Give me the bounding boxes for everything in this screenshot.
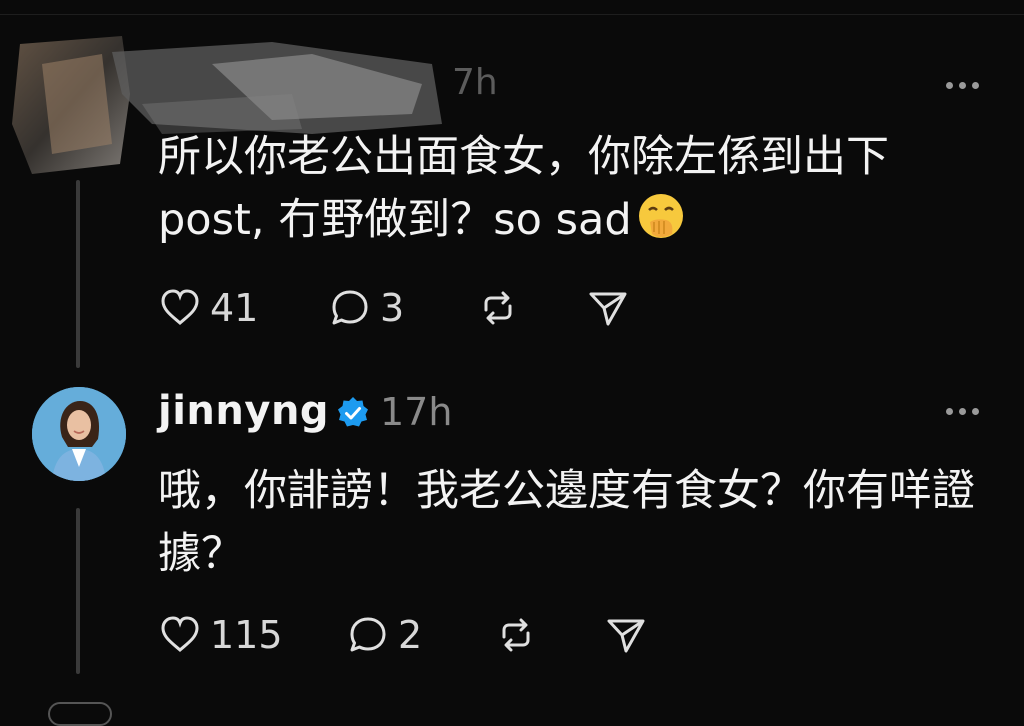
next-avatar-peek: [48, 702, 112, 726]
reply-2-text: 哦，你誹謗！我老公邊度有食女？你有咩證據？: [158, 466, 975, 579]
reply-1-time: 7h: [452, 62, 498, 103]
username[interactable]: jinnyng: [158, 388, 329, 434]
reply-2-repost-button[interactable]: [494, 613, 538, 657]
reply-2-time: 17h: [380, 390, 453, 434]
send-icon: [589, 292, 627, 326]
reply-1-comment-count: 3: [380, 286, 405, 330]
reply-1-actions: 41 3: [158, 286, 638, 330]
reply-1-text: 所以你老公出面食女，你除左係到出下 post, 冇野做到？so sad: [158, 126, 988, 266]
reply-2-actions: 115 2: [158, 613, 658, 657]
reply-1-more-icon[interactable]: [946, 80, 982, 90]
profile-photo: [32, 387, 126, 481]
send-icon: [607, 619, 645, 653]
reply-2-comment-count: 2: [398, 613, 423, 657]
reply-1-share-button[interactable]: [586, 286, 630, 330]
reply-2-share-button[interactable]: [604, 613, 648, 657]
avatar[interactable]: [32, 387, 126, 481]
reply-1-like-button[interactable]: 41: [158, 286, 258, 330]
reply-1-repost-button[interactable]: [476, 286, 520, 330]
reply-1-text-content: 所以你老公出面食女，你除左係到出下 post, 冇野做到？so sad: [158, 132, 889, 245]
reply-2-comment-button[interactable]: 2: [346, 613, 422, 657]
hand-over-mouth-emoji: [638, 194, 683, 238]
reply-2-like-count: 115: [210, 613, 283, 657]
comment-icon: [350, 617, 386, 652]
heart-icon: [161, 616, 199, 652]
reply-1-like-count: 41: [210, 286, 259, 330]
reply-2-like-button[interactable]: 115: [158, 613, 283, 657]
reply-1-comment-button[interactable]: 3: [328, 286, 404, 330]
thread-line-2: [76, 508, 80, 674]
heart-icon: [161, 289, 199, 325]
verified-badge-icon: [338, 397, 368, 427]
thread-line-1: [76, 180, 80, 368]
reply-2-more-icon[interactable]: [946, 406, 982, 416]
repost-icon: [502, 618, 530, 652]
top-divider: [0, 14, 1024, 15]
comment-icon: [332, 290, 368, 325]
repost-icon: [484, 291, 512, 325]
